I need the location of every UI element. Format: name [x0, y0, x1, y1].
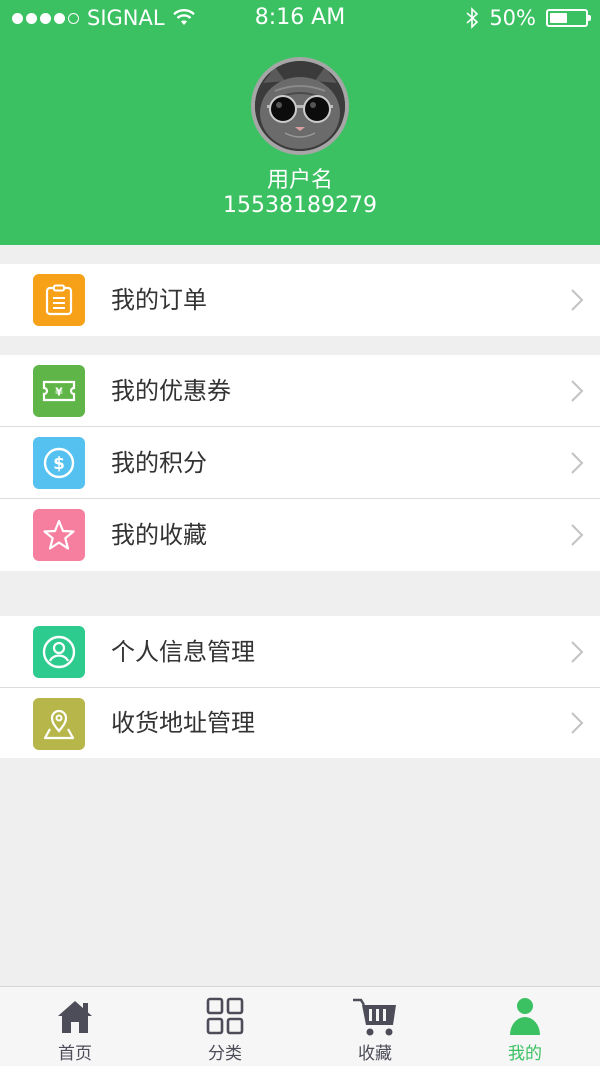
- profile-screen: SIGNAL 8:16 AM 50% 用户名 15538189279 我的订单 …: [0, 0, 600, 1066]
- battery-icon: [546, 9, 591, 27]
- chevron-right-icon: [571, 289, 584, 311]
- menu-item-shipping-address[interactable]: 收货地址管理: [0, 688, 600, 758]
- cart-icon: [300, 997, 450, 1037]
- bluetooth-icon: [466, 7, 479, 29]
- svg-text:$: $: [53, 454, 65, 474]
- tab-home[interactable]: 首页: [0, 987, 150, 1066]
- person-icon: [450, 997, 600, 1037]
- menu-item-my-coupons[interactable]: ¥ 我的优惠券: [0, 355, 600, 427]
- tab-favorites[interactable]: 收藏: [300, 987, 450, 1066]
- menu-item-label: 收货地址管理: [111, 709, 255, 737]
- clipboard-icon: [33, 274, 85, 326]
- tab-category[interactable]: 分类: [150, 987, 300, 1066]
- menu-item-label: 我的收藏: [111, 521, 207, 549]
- tab-label: 我的: [508, 1044, 542, 1064]
- menu-item-my-favorites[interactable]: 我的收藏: [0, 499, 600, 571]
- coupon-icon: ¥: [33, 365, 85, 417]
- menu-item-label: 我的优惠券: [111, 377, 231, 405]
- dollar-coin-icon: $: [33, 437, 85, 489]
- username: 用户名: [266, 168, 333, 193]
- battery-fill: [550, 13, 567, 23]
- chevron-right-icon: [571, 524, 584, 546]
- avatar[interactable]: [251, 57, 349, 155]
- menu-item-my-orders[interactable]: 我的订单: [0, 264, 600, 336]
- status-right: 50%: [465, 6, 591, 30]
- home-icon: [0, 997, 150, 1037]
- menu-item-label: 我的订单: [111, 286, 207, 314]
- menu-item-my-points[interactable]: $ 我的积分: [0, 427, 600, 499]
- chevron-right-icon: [571, 712, 584, 734]
- user-icon: [33, 626, 85, 678]
- star-icon: [33, 509, 85, 561]
- tab-label: 分类: [208, 1044, 242, 1064]
- menu-item-label: 我的积分: [111, 449, 207, 477]
- chevron-right-icon: [571, 452, 584, 474]
- grid-icon: [150, 997, 300, 1037]
- menu-group-account: 个人信息管理 收货地址管理: [0, 616, 600, 758]
- tab-mine[interactable]: 我的: [450, 987, 600, 1066]
- menu-item-label: 个人信息管理: [111, 638, 255, 666]
- chevron-right-icon: [571, 641, 584, 663]
- bottom-tab-bar: 首页 分类 收藏 我的: [0, 986, 600, 1066]
- profile-header: SIGNAL 8:16 AM 50% 用户名 15538189279: [0, 0, 600, 245]
- tab-label: 首页: [58, 1044, 92, 1064]
- phone-number: 15538189279: [223, 193, 377, 218]
- status-bar: SIGNAL 8:16 AM 50%: [0, 0, 600, 38]
- chevron-right-icon: [571, 380, 584, 402]
- svg-text:¥: ¥: [55, 386, 63, 399]
- location-pin-icon: [33, 698, 85, 750]
- battery-percent: 50%: [489, 6, 536, 30]
- tab-label: 收藏: [358, 1044, 392, 1064]
- cat-with-sunglasses-avatar: [255, 61, 345, 151]
- menu-group-benefits: ¥ 我的优惠券 $ 我的积分 我的收藏: [0, 355, 600, 571]
- menu-group-orders: 我的订单: [0, 264, 600, 336]
- menu-item-personal-info[interactable]: 个人信息管理: [0, 616, 600, 688]
